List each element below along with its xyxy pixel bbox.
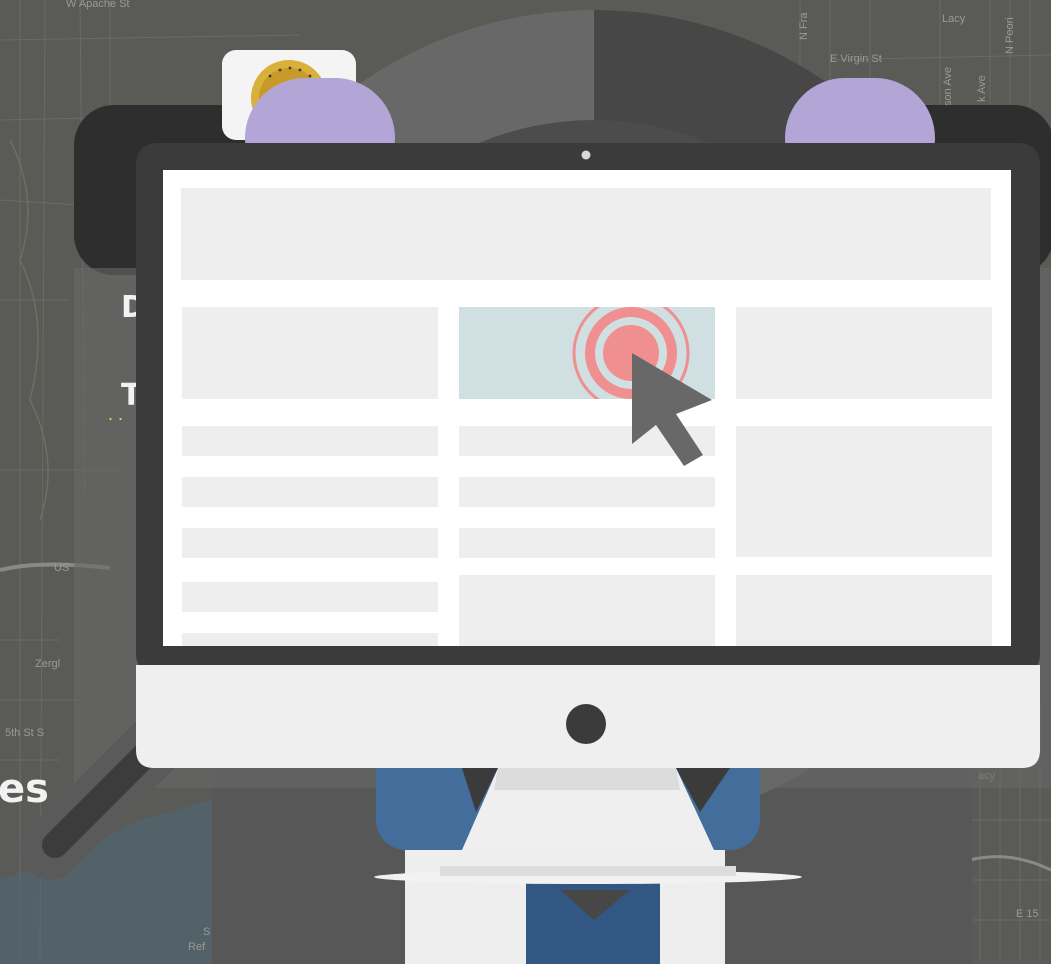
illustration [20,10,1040,964]
wireframe-header-block [181,188,991,280]
wireframe-block [459,575,715,646]
wireframe-line [459,477,715,507]
wireframe-line [182,528,438,558]
wireframe-card-right [736,307,992,399]
wireframe-block [736,426,992,557]
monitor-logo-dot [566,704,606,744]
monitor-camera [581,150,591,160]
monitor [136,143,1040,884]
wireframe-line [459,528,715,558]
wireframe-line [182,582,438,612]
wireframe-line [182,633,438,646]
wireframe-block [736,575,992,646]
wireframe-card-left [182,307,438,399]
wireframe-line [182,426,438,456]
wireframe-line [182,477,438,507]
